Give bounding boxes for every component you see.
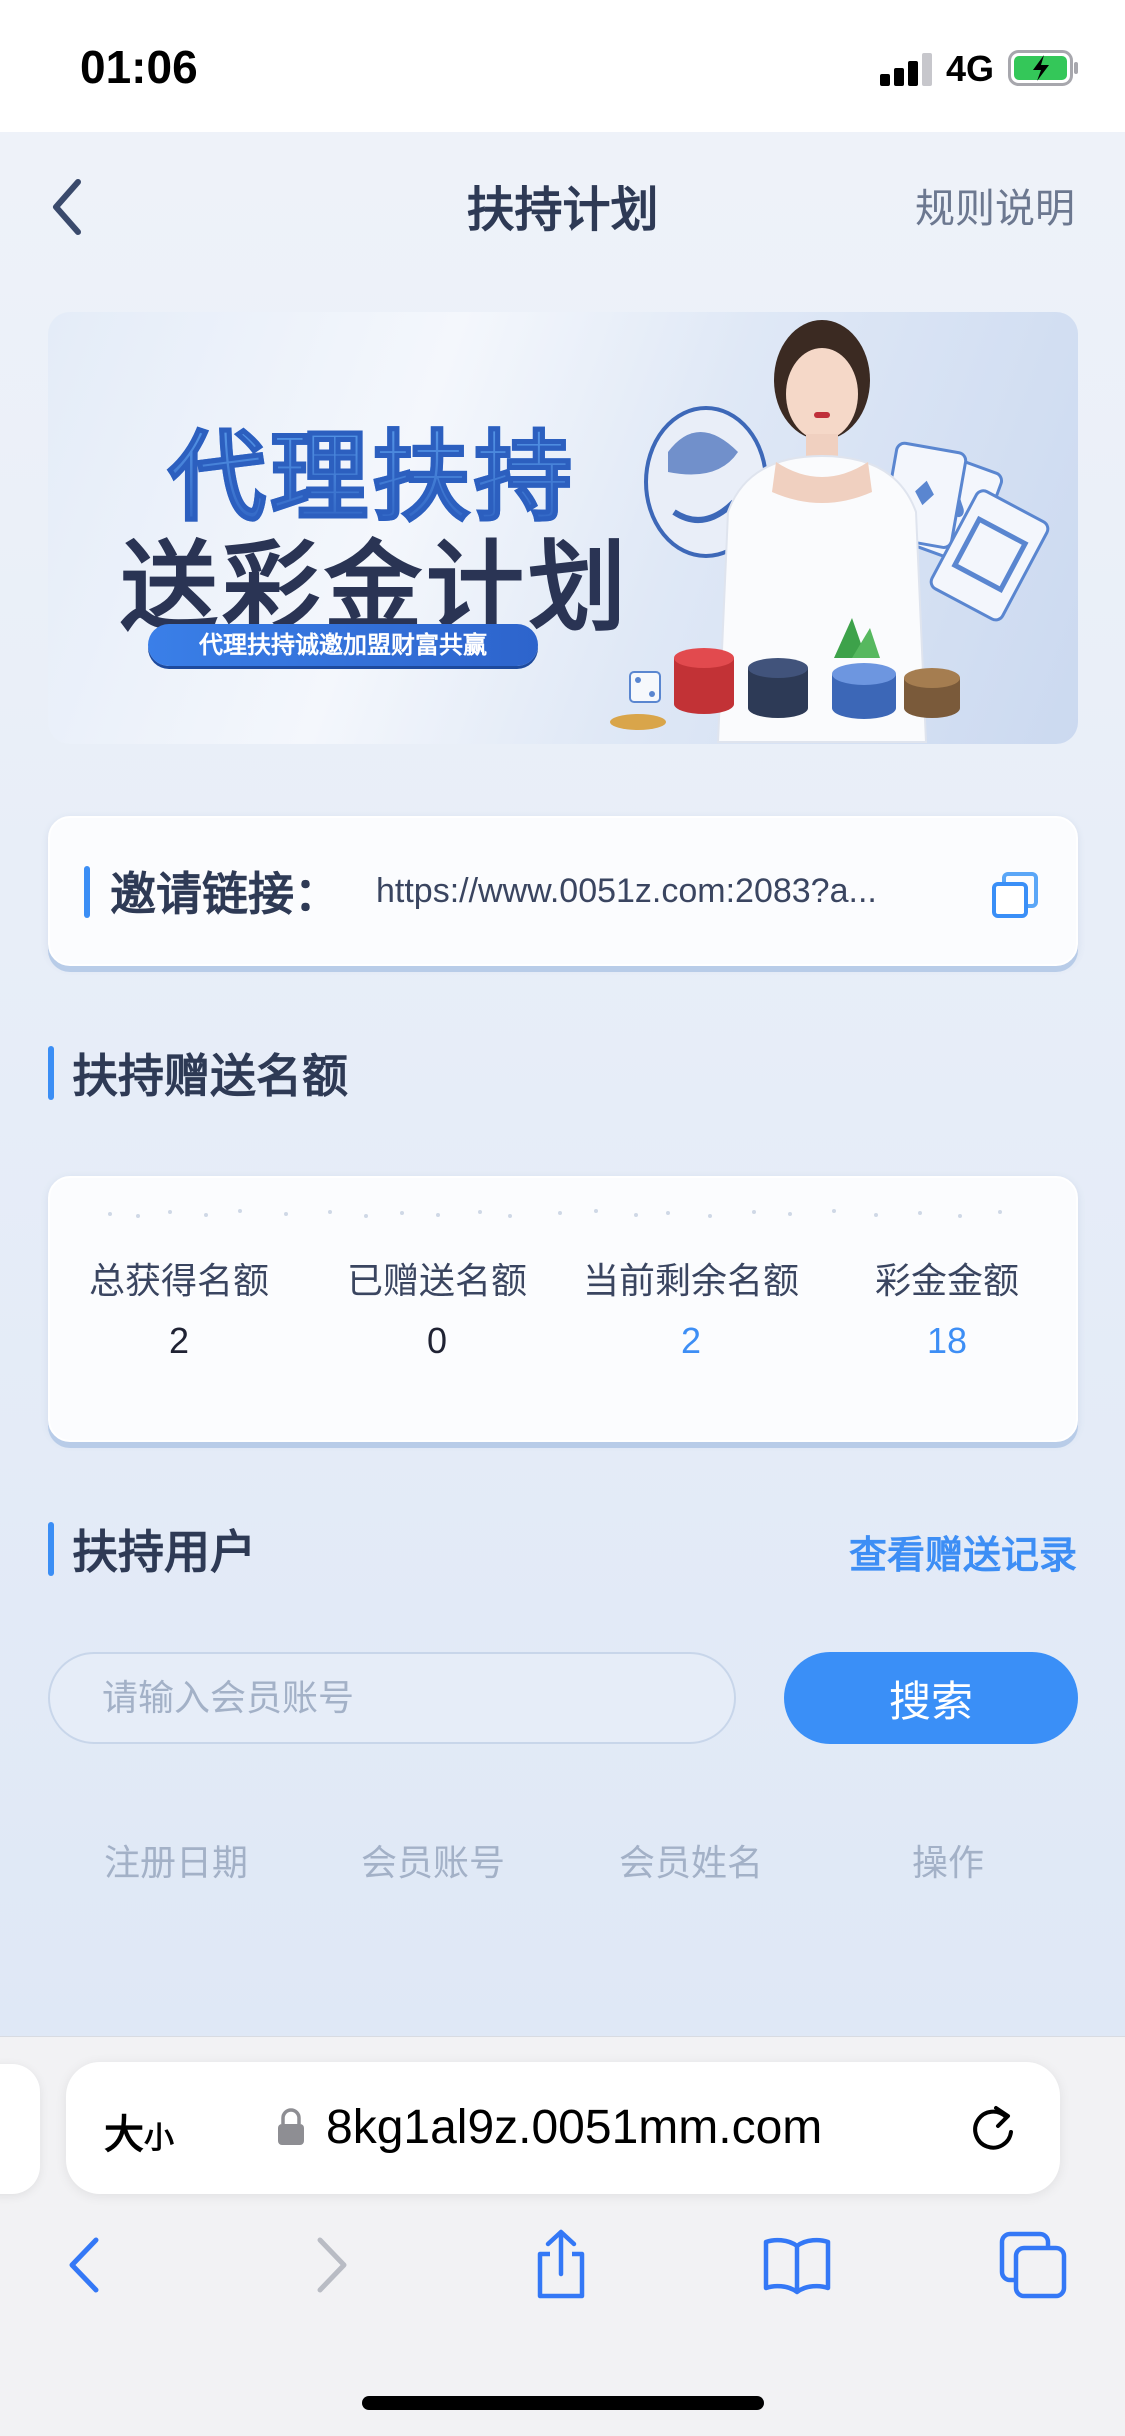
stat-value: 0 bbox=[426, 1320, 448, 1361]
stat-value: 2 bbox=[168, 1320, 190, 1361]
browser-back-icon[interactable] bbox=[50, 2228, 124, 2302]
column-header-member-name: 会员姓名 bbox=[618, 1843, 763, 1884]
stat-total-quota: 总获得名额 2 bbox=[64, 1252, 294, 1362]
text-size-large: 大 bbox=[104, 2112, 144, 2158]
status-bar: 01:06 4G bbox=[0, 0, 1125, 132]
accent-bar bbox=[84, 866, 90, 918]
stat-label: 当前剩余名额 bbox=[582, 1261, 799, 1302]
signal-icon bbox=[880, 52, 936, 86]
column-header-member-account: 会员账号 bbox=[360, 1843, 505, 1884]
invite-link-label: 邀请链接： bbox=[110, 867, 340, 921]
column-header-register-date: 注册日期 bbox=[103, 1843, 248, 1884]
stat-bonus-amount: 彩金金额 18 bbox=[832, 1252, 1062, 1362]
member-account-search-input[interactable] bbox=[48, 1652, 736, 1744]
battery-charging-icon bbox=[1008, 50, 1078, 86]
column-header-action: 操作 bbox=[911, 1843, 984, 1884]
reload-icon[interactable] bbox=[966, 2102, 1020, 2156]
tabs-icon[interactable] bbox=[996, 2228, 1070, 2302]
search-button[interactable]: 搜索 bbox=[784, 1652, 1078, 1744]
stat-label: 已赠送名额 bbox=[346, 1261, 527, 1302]
users-section-title: 扶持用户 bbox=[72, 1525, 256, 1579]
stat-remaining-quota: 当前剩余名额 2 bbox=[566, 1252, 816, 1362]
view-gift-records-link[interactable]: 查看赠送记录 bbox=[849, 1524, 1077, 1579]
copy-icon[interactable] bbox=[990, 870, 1040, 920]
stat-value: 18 bbox=[926, 1320, 968, 1361]
network-type: 4G bbox=[946, 48, 995, 89]
text-size-small: 小 bbox=[144, 2121, 174, 2156]
share-icon[interactable] bbox=[524, 2228, 598, 2302]
stat-label: 总获得名额 bbox=[88, 1261, 269, 1302]
promo-banner[interactable]: 代理扶持 送彩金计划 代理扶持诚邀加盟财富共赢 ♠ ♦ bbox=[48, 312, 1078, 744]
decorative-dots bbox=[108, 1209, 1002, 1218]
home-indicator bbox=[362, 2396, 764, 2410]
banner-illustration: ♠ ♦ bbox=[610, 320, 1050, 743]
section-accent-bar bbox=[48, 1522, 54, 1576]
browser-forward-icon[interactable] bbox=[292, 2228, 366, 2302]
status-time: 01:06 bbox=[80, 41, 198, 93]
stat-label: 彩金金额 bbox=[874, 1261, 1019, 1302]
address-url[interactable]: 8kg1al9z.0051mm.com bbox=[326, 2100, 822, 2155]
quota-stats-card: 总获得名额 2 已赠送名额 0 当前剩余名额 2 彩金金额 18 bbox=[48, 1176, 1078, 1442]
previous-tab-peek[interactable] bbox=[0, 2064, 40, 2194]
quota-section-title: 扶持赠送名额 bbox=[72, 1049, 348, 1103]
invite-link-url[interactable]: https://www.0051z.com:2083?a... bbox=[376, 872, 972, 911]
invite-link-card: 邀请链接： https://www.0051z.com:2083?a... bbox=[48, 816, 1078, 966]
stat-gifted-quota: 已赠送名额 0 bbox=[322, 1252, 552, 1362]
section-accent-bar bbox=[48, 1046, 54, 1100]
lock-icon bbox=[278, 2108, 304, 2145]
stat-value: 2 bbox=[680, 1320, 702, 1361]
text-size-button[interactable]: 大小 bbox=[104, 2102, 174, 2160]
bookmarks-icon[interactable] bbox=[760, 2228, 834, 2302]
banner-tagline: 代理扶持诚邀加盟财富共赢 bbox=[148, 624, 538, 666]
rules-link[interactable]: 规则说明 bbox=[915, 176, 1075, 234]
